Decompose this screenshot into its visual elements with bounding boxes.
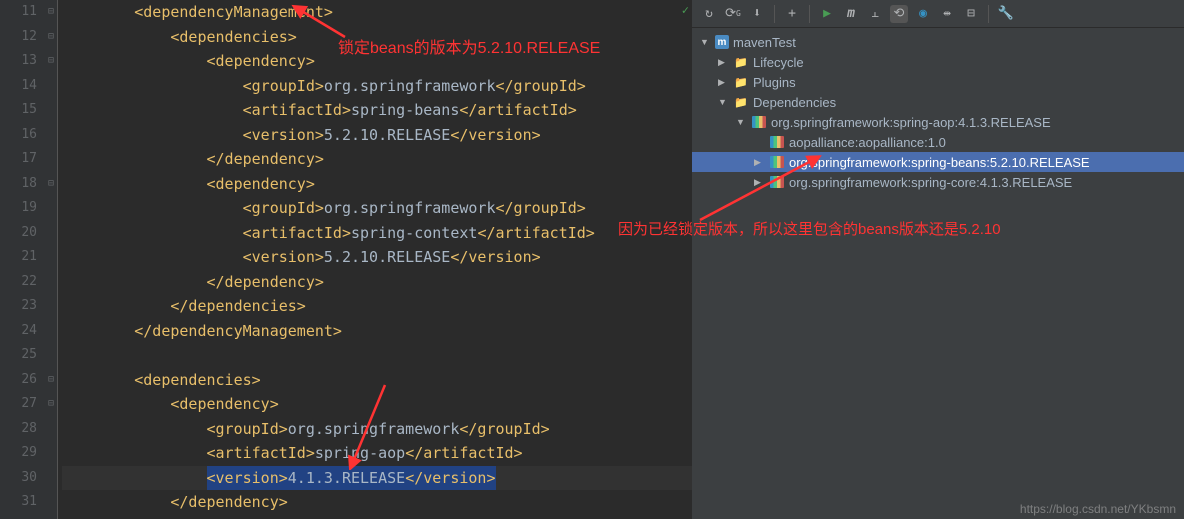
tree-node[interactable]: ▶📁 Plugins (692, 72, 1184, 92)
line-number: 21 (0, 245, 57, 270)
library-icon (769, 134, 785, 150)
line-number: 28 (0, 417, 57, 442)
watermark: https://blog.csdn.net/YKbsmn (1020, 502, 1176, 516)
collapse-icon[interactable]: ⊟ (962, 5, 980, 23)
code-line[interactable]: </dependencies> (62, 294, 692, 319)
folder-icon: 📁 (733, 54, 749, 70)
line-number: 20 (0, 221, 57, 246)
line-number: 17 (0, 147, 57, 172)
code-line[interactable]: <version>5.2.10.RELEASE</version> (62, 245, 692, 270)
separator (774, 5, 775, 23)
maven-project-icon: m (715, 35, 729, 49)
annotation-locked-version: 因为已经锁定版本，所以这里包含的beans版本还是5.2.10 (618, 218, 1001, 239)
arrow-annotation-2 (345, 380, 395, 470)
line-number: 16 (0, 123, 57, 148)
tree-node-label: org.springframework:spring-aop:4.1.3.REL… (771, 115, 1051, 130)
expand-arrow-icon[interactable]: ▼ (700, 37, 712, 47)
maven-panel: ↻ ⟳G ⬇ + ▶ m ⫠ ⟲ ◉ ⇹ ⊟ 🔧 ▼ m mavenTest ▶… (692, 0, 1184, 519)
tree-arrow-icon[interactable]: ▶ (718, 57, 730, 68)
code-line[interactable]: <artifactId>spring-beans</artifactId> (62, 98, 692, 123)
tree-node-label: org.springframework:spring-core:4.1.3.RE… (789, 175, 1072, 190)
fold-icon[interactable]: ⊟ (48, 25, 54, 50)
tree-root-label: mavenTest (733, 35, 796, 50)
library-icon (751, 114, 767, 130)
download-icon[interactable]: ⬇ (748, 5, 766, 23)
reload-icon[interactable]: ↻ (700, 5, 718, 23)
line-number: 11⊟ (0, 0, 57, 25)
line-number: 26⊟ (0, 368, 57, 393)
line-number: 18⊟ (0, 172, 57, 197)
expand-icon[interactable]: ⇹ (938, 5, 956, 23)
code-line[interactable]: <dependencyManagement> (62, 0, 692, 25)
m-icon[interactable]: m (842, 5, 860, 23)
analysis-ok-icon: ✓ (682, 3, 689, 17)
tree-node[interactable]: aopalliance:aopalliance:1.0 (692, 132, 1184, 152)
gutter: 11⊟12⊟13⊟1415161718⊟1920212223242526⊟27⊟… (0, 0, 58, 519)
tree-arrow-icon[interactable]: ▼ (736, 117, 748, 127)
tree-node-label: Lifecycle (753, 55, 804, 70)
tree-node[interactable]: ▼📁 Dependencies (692, 92, 1184, 112)
line-number: 24 (0, 319, 57, 344)
line-number: 29 (0, 441, 57, 466)
code-line[interactable]: <dependency> (62, 172, 692, 197)
code-line[interactable]: </dependency> (62, 490, 692, 515)
line-number: 27⊟ (0, 392, 57, 417)
fold-icon[interactable]: ⊟ (48, 172, 54, 197)
line-number: 30 (0, 466, 57, 491)
tree-node-label: org.springframework:spring-beans:5.2.10.… (789, 155, 1090, 170)
line-number: 31 (0, 490, 57, 515)
line-number: 22 (0, 270, 57, 295)
cycle-icon[interactable]: ⟲ (890, 5, 908, 23)
maven-toolbar: ↻ ⟳G ⬇ + ▶ m ⫠ ⟲ ◉ ⇹ ⊟ 🔧 (692, 0, 1184, 28)
folder-icon: 📁 (733, 74, 749, 90)
line-number: 13⊟ (0, 49, 57, 74)
tree-arrow-icon[interactable]: ▶ (718, 77, 730, 88)
code-line[interactable]: </dependency> (62, 147, 692, 172)
settings-icon[interactable]: 🔧 (997, 5, 1015, 23)
tree-node[interactable]: ▶📁 Lifecycle (692, 52, 1184, 72)
code-line[interactable]: <groupId>org.springframework</groupId> (62, 196, 692, 221)
code-line[interactable]: </dependency> (62, 270, 692, 295)
line-number: 19 (0, 196, 57, 221)
annotation-lock-version: 锁定beans的版本为5.2.10.RELEASE (338, 34, 600, 58)
tree-node-label: aopalliance:aopalliance:1.0 (789, 135, 946, 150)
add-icon[interactable]: + (783, 5, 801, 23)
line-number: 25 (0, 343, 57, 368)
separator (809, 5, 810, 23)
fold-icon[interactable]: ⊟ (48, 368, 54, 393)
code-line[interactable]: <artifactId>spring-context</artifactId> (62, 221, 692, 246)
arrow-annotation-3 (695, 155, 825, 225)
editor-pane: ✓ 11⊟12⊟13⊟1415161718⊟1920212223242526⊟2… (0, 0, 692, 519)
code-line[interactable]: <version>5.2.10.RELEASE</version> (62, 123, 692, 148)
fold-icon[interactable]: ⊟ (48, 0, 54, 25)
offline-icon[interactable]: ◉ (914, 5, 932, 23)
tree-node[interactable]: ▼ org.springframework:spring-aop:4.1.3.RE… (692, 112, 1184, 132)
code-line[interactable] (62, 343, 692, 368)
skip-tests-icon[interactable]: ⫠ (866, 5, 884, 23)
line-number: 15 (0, 98, 57, 123)
tree-node-label: Dependencies (753, 95, 836, 110)
separator (988, 5, 989, 23)
generate-sources-icon[interactable]: ⟳G (724, 5, 742, 23)
line-number: 12⊟ (0, 25, 57, 50)
code-line[interactable]: </dependencyManagement> (62, 319, 692, 344)
line-number: 23 (0, 294, 57, 319)
tree-node-label: Plugins (753, 75, 796, 90)
tree-arrow-icon[interactable]: ▼ (718, 97, 730, 107)
run-icon[interactable]: ▶ (818, 5, 836, 23)
line-number: 14 (0, 74, 57, 99)
fold-icon[interactable]: ⊟ (48, 392, 54, 417)
tree-root[interactable]: ▼ m mavenTest (692, 32, 1184, 52)
folder-icon: 📁 (733, 94, 749, 110)
code-line[interactable]: <groupId>org.springframework</groupId> (62, 74, 692, 99)
fold-icon[interactable]: ⊟ (48, 49, 54, 74)
